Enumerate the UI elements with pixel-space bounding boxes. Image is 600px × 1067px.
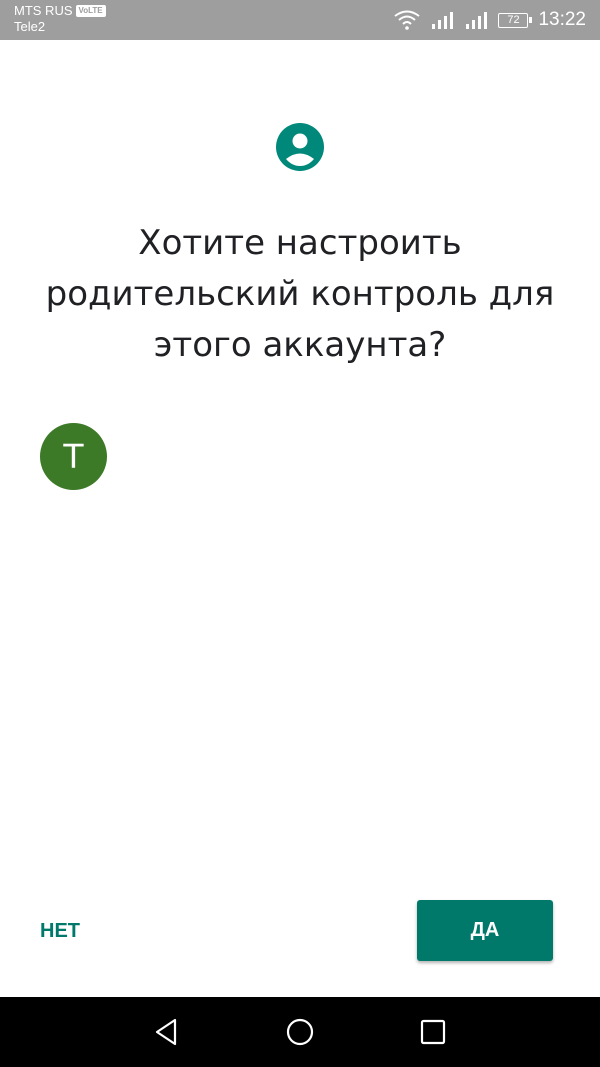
carrier-primary-label: MTS RUS [14, 3, 73, 18]
cellular-signal-icon [432, 12, 454, 29]
carrier-primary-row: MTS RUS VoLTE [14, 3, 106, 19]
status-indicators: 72 13:22 [394, 8, 586, 32]
page-title: Хотите настроить родительский контроль д… [45, 223, 555, 365]
navigation-bar [0, 997, 600, 1067]
cellular-signal-icon-2 [466, 12, 488, 29]
carrier-secondary-label: Tele2 [14, 19, 46, 34]
yes-button[interactable]: ДА [417, 900, 553, 961]
battery-icon: 72 [498, 12, 533, 28]
volte-badge: VoLTE [75, 5, 106, 17]
status-time: 13:22 [538, 9, 586, 30]
no-button[interactable]: НЕТ [28, 903, 108, 959]
back-triangle-icon[interactable] [152, 1017, 182, 1047]
carrier-info: MTS RUS VoLTE Tele2 [14, 3, 106, 35]
account-circle-icon [276, 123, 324, 171]
account-avatar[interactable]: T [40, 423, 107, 490]
screen: MTS RUS VoLTE Tele2 72 13:22 Хотите наст… [0, 0, 600, 1067]
status-bar: MTS RUS VoLTE Tele2 72 13:22 [0, 0, 600, 40]
wifi-icon [394, 10, 421, 30]
home-circle-icon[interactable] [285, 1017, 315, 1047]
recents-square-icon[interactable] [418, 1017, 448, 1047]
